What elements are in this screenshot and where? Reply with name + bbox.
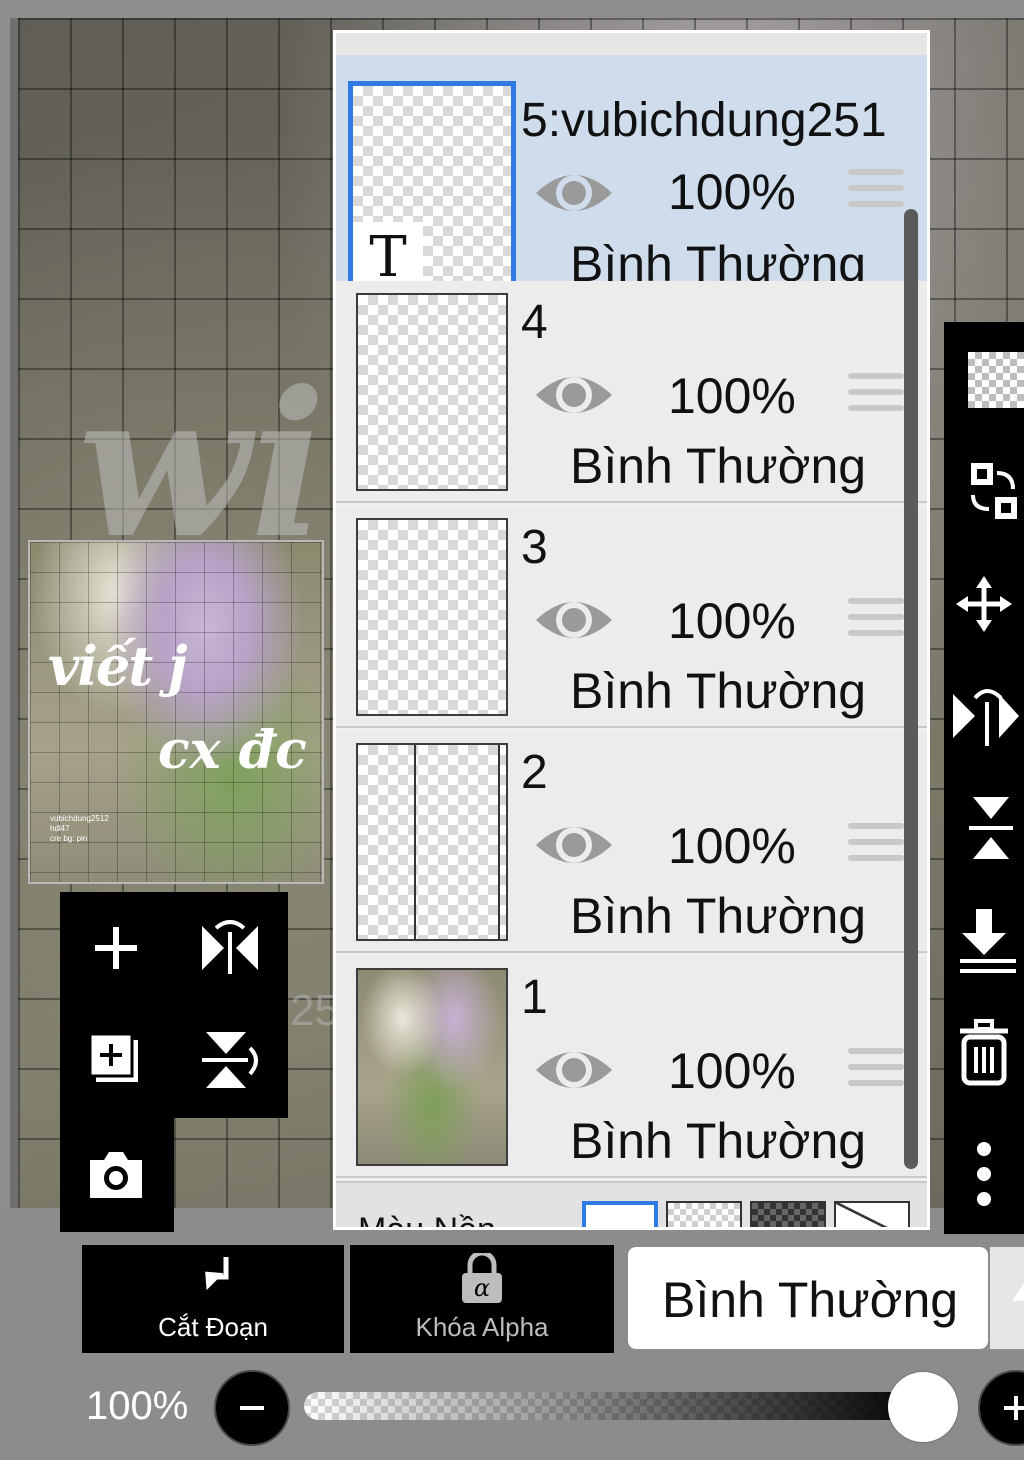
layer-opacity: 100% xyxy=(668,368,796,424)
layer-thumbnail xyxy=(356,293,508,491)
minus-icon xyxy=(240,1406,264,1410)
trash-icon xyxy=(960,1019,1008,1086)
more-vertical-icon xyxy=(977,1142,991,1206)
background-color-label: Màu Nền xyxy=(358,1211,496,1230)
drag-handle-icon[interactable] xyxy=(848,169,904,213)
preview-title-line2: cx đc xyxy=(158,720,307,781)
svg-text:α: α xyxy=(474,1274,490,1302)
layer-row[interactable]: T 5:vubichdung251 100% Bình Thường xyxy=(336,55,927,303)
blend-mode-select[interactable]: Bình Thường xyxy=(628,1247,988,1349)
layer-row[interactable]: 1 100% Bình Thường xyxy=(336,956,927,1178)
flip-horizontal-icon xyxy=(202,920,258,974)
opacity-slider-knob[interactable] xyxy=(888,1372,958,1442)
merge-down-button[interactable] xyxy=(944,900,1024,980)
layer-row[interactable]: 3 100% Bình Thường xyxy=(336,506,927,728)
flip-layer-horizontal-button[interactable] xyxy=(944,676,1024,756)
merge-down-icon xyxy=(960,909,1016,973)
layer-name: 3 xyxy=(521,521,548,574)
layer-blend-mode: Bình Thường xyxy=(570,888,867,944)
layer-thumbnail xyxy=(356,743,508,941)
flip-vertical-icon xyxy=(202,1032,258,1088)
more-options-button[interactable] xyxy=(944,1134,1024,1214)
opacity-percent-label: 100% xyxy=(86,1384,189,1428)
layer-blend-mode: Bình Thường xyxy=(570,663,867,719)
blend-mode-dropdown-arrow[interactable] xyxy=(990,1247,1024,1349)
transparency-button[interactable] xyxy=(944,340,1024,420)
flip-vertical-icon xyxy=(969,797,1013,859)
left-tool-panel-lower xyxy=(60,1118,174,1232)
flip-layer-vertical-button[interactable] xyxy=(944,788,1024,868)
layer-scrollbar[interactable] xyxy=(904,209,918,1169)
alpha-lock-label: Khóa Alpha xyxy=(415,1312,549,1342)
layer-thumbnail xyxy=(356,968,508,1166)
duplicate-layer-icon xyxy=(88,1032,138,1082)
swap-layer-button[interactable] xyxy=(944,452,1024,532)
layer-name: 4 xyxy=(521,296,548,349)
delete-layer-button[interactable] xyxy=(944,1012,1024,1092)
move-icon xyxy=(956,576,1012,632)
background-checker-dark-swatch[interactable] xyxy=(750,1201,826,1227)
eye-icon[interactable] xyxy=(534,817,614,873)
eye-icon[interactable] xyxy=(534,1042,614,1098)
background-checker-light-swatch[interactable] xyxy=(666,1201,742,1227)
clipping-label: Cắt Đoạn xyxy=(158,1312,268,1342)
layer-name: 5:vubichdung251 xyxy=(521,94,887,147)
plus-icon xyxy=(95,927,137,969)
background-color-row: Màu Nền xyxy=(336,1181,927,1230)
background-transparent-swatch[interactable] xyxy=(834,1201,910,1227)
layer-blend-mode: Bình Thường xyxy=(570,438,867,494)
layer-opacity: 100% xyxy=(668,818,796,874)
preview-credit: vubichdung2512 hdl47 cre bg: pin xyxy=(50,814,109,843)
right-toolbar xyxy=(944,322,1024,1234)
background-white-swatch[interactable] xyxy=(582,1201,658,1227)
preview-title-line1: viết j xyxy=(48,634,188,698)
swap-icon xyxy=(971,463,1017,519)
checkerboard-icon xyxy=(968,352,1024,408)
layer-row[interactable]: 4 100% Bình Thường xyxy=(336,281,927,503)
camera-button[interactable] xyxy=(66,1124,166,1224)
lock-alpha-icon: α xyxy=(462,1253,502,1303)
layer-opacity: 100% xyxy=(668,1043,796,1099)
layer-thumbnail: T xyxy=(348,81,516,299)
eye-icon[interactable] xyxy=(534,165,614,221)
duplicate-layer-button[interactable] xyxy=(66,1010,166,1110)
layer-name: 2 xyxy=(521,746,548,799)
drag-handle-icon[interactable] xyxy=(848,1048,904,1092)
add-layer-button[interactable] xyxy=(66,898,166,998)
layer-opacity: 100% xyxy=(668,164,796,220)
drag-handle-icon[interactable] xyxy=(848,823,904,867)
layer-list-top-edge xyxy=(336,33,927,57)
chevron-up-icon xyxy=(1012,1283,1024,1301)
eye-icon[interactable] xyxy=(534,367,614,423)
flip-horizontal-icon xyxy=(953,689,1019,746)
plus-icon xyxy=(1004,1396,1024,1420)
flip-horizontal-button[interactable] xyxy=(180,898,280,998)
flip-vertical-button[interactable] xyxy=(180,1010,280,1110)
alpha-lock-button[interactable]: α Khóa Alpha xyxy=(350,1245,614,1353)
layer-row[interactable]: 2 100% Bình Thường xyxy=(336,731,927,953)
layer-blend-mode: Bình Thường xyxy=(570,1113,867,1169)
left-tool-panel xyxy=(60,892,288,1118)
layer-opacity: 100% xyxy=(668,593,796,649)
eye-icon[interactable] xyxy=(534,592,614,648)
blend-mode-value: Bình Thường xyxy=(662,1272,959,1328)
opacity-decrease-button[interactable] xyxy=(214,1370,290,1446)
drag-handle-icon[interactable] xyxy=(848,598,904,642)
clipping-arrow-icon xyxy=(205,1257,229,1291)
clipping-button[interactable]: Cắt Đoạn xyxy=(82,1245,344,1353)
camera-icon xyxy=(90,1152,142,1198)
opacity-slider[interactable] xyxy=(304,1392,944,1420)
move-button[interactable] xyxy=(944,564,1024,644)
layer-thumbnail xyxy=(356,518,508,716)
canvas-preview: viết j cx đc vubichdung2512 hdl47 cre bg… xyxy=(28,540,324,884)
layer-panel: T 5:vubichdung251 100% Bình Thường 4 100… xyxy=(333,30,930,1230)
layer-name: 1 xyxy=(521,971,548,1024)
drag-handle-icon[interactable] xyxy=(848,373,904,417)
